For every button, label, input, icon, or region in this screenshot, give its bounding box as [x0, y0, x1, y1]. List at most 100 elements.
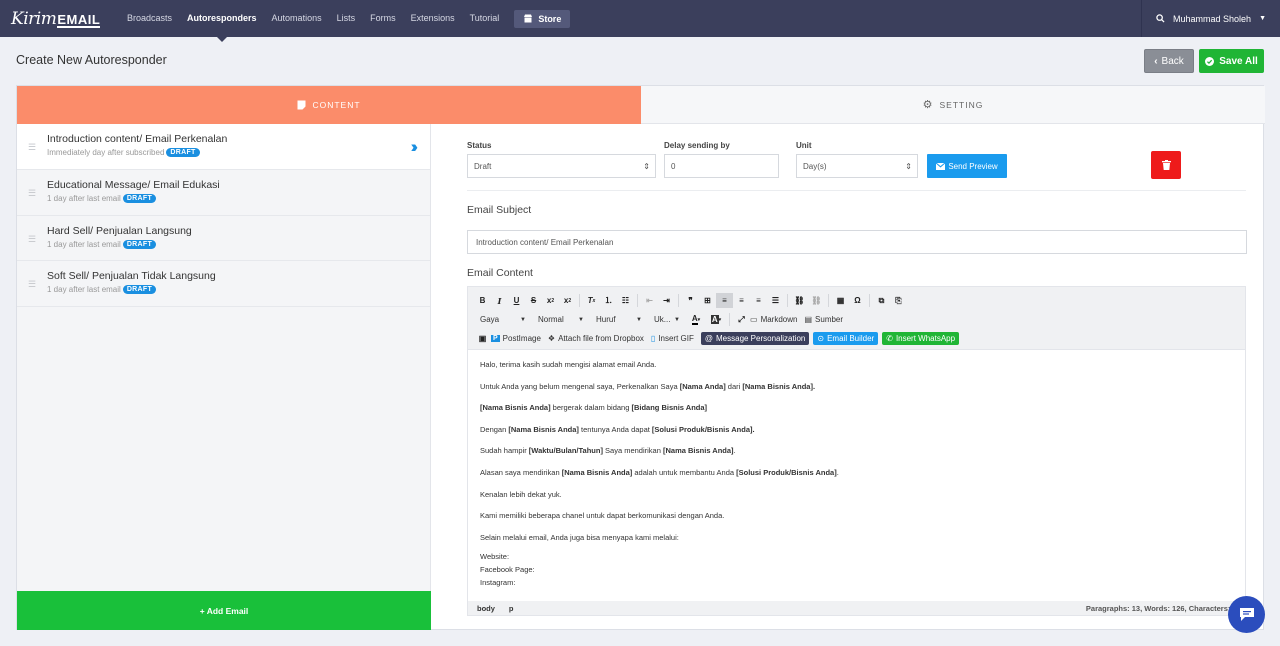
- dropbox-button[interactable]: ❖ Attach file from Dropbox: [548, 334, 644, 343]
- save-all-button[interactable]: Save All: [1199, 49, 1264, 73]
- draft-badge: DRAFT: [122, 194, 157, 203]
- drag-handle-icon[interactable]: ☰: [28, 279, 36, 290]
- tab-content[interactable]: CONTENT: [17, 86, 641, 124]
- gif-file-icon: ▯: [650, 334, 656, 343]
- paragraph: Alasan saya mendirikan [Nama Bisnis Anda…: [480, 467, 839, 477]
- image-icon[interactable]: ▣: [474, 331, 491, 346]
- status-value: Draft: [474, 161, 492, 171]
- nav-autoresponders[interactable]: Autoresponders: [187, 0, 257, 42]
- postimage-button[interactable]: P PostImage: [491, 334, 541, 343]
- email-item[interactable]: ☰ Hard Sell/ Penjualan Langsung 1 day af…: [17, 216, 430, 261]
- email-schedule: Immediately day after subscribed: [47, 148, 165, 157]
- unlink-icon[interactable]: ⛓: [808, 293, 825, 308]
- link-icon[interactable]: ⛓: [791, 293, 808, 308]
- font-combo-label: Huruf: [596, 315, 616, 324]
- bullet-list-icon[interactable]: ☷: [617, 293, 634, 308]
- send-preview-button[interactable]: Send Preview: [927, 154, 1007, 178]
- user-menu[interactable]: Muhammad Sholeh ▼: [1141, 0, 1280, 37]
- size-dropdown[interactable]: Uk... ▼: [648, 315, 686, 324]
- tab-setting-label: SETTING: [939, 99, 984, 110]
- editor-content[interactable]: Halo, terima kasih sudah mengisi alamat …: [468, 350, 1245, 601]
- bold-icon[interactable]: B: [474, 293, 491, 308]
- personalization-button[interactable]: @ Message Personalization: [700, 332, 810, 345]
- personalization-label: Message Personalization: [716, 334, 806, 343]
- markdown-button[interactable]: ▭ Markdown: [750, 315, 797, 324]
- insert-gif-button[interactable]: ▯ Insert GIF: [651, 334, 694, 343]
- nav-broadcasts[interactable]: Broadcasts: [127, 0, 172, 37]
- align-justify-icon[interactable]: ☰: [767, 293, 784, 308]
- draft-badge: DRAFT: [122, 239, 157, 249]
- source-label: Sumber: [815, 315, 844, 324]
- email-builder-button[interactable]: ⊙ Email Builder: [813, 332, 879, 345]
- email-item[interactable]: ☰ Introduction content/ Email Perkenalan…: [17, 124, 430, 170]
- path-p[interactable]: p: [509, 604, 514, 613]
- store-button[interactable]: Store: [514, 9, 571, 28]
- blockquote-icon[interactable]: ❞: [682, 293, 699, 308]
- nav-automations[interactable]: Automations: [272, 0, 322, 37]
- search-icon[interactable]: [1156, 14, 1165, 23]
- paste-icon[interactable]: ⎘: [890, 293, 907, 308]
- align-left-icon[interactable]: ≡: [716, 293, 733, 308]
- special-char-icon[interactable]: Ω: [849, 293, 866, 308]
- format-dropdown[interactable]: Normal ▼: [532, 315, 590, 324]
- delete-email-button[interactable]: [1151, 151, 1181, 179]
- path-body[interactable]: body: [477, 604, 495, 613]
- status-select[interactable]: Draft: [467, 154, 656, 178]
- maximize-icon[interactable]: ⤢: [733, 312, 750, 327]
- email-item[interactable]: ☰ Soft Sell/ Penjualan Tidak Langsung 1 …: [17, 261, 430, 307]
- italic-icon[interactable]: I: [491, 293, 508, 308]
- div-container-icon[interactable]: ⊞: [699, 293, 716, 308]
- subscript-icon[interactable]: x2: [542, 293, 559, 308]
- delay-input[interactable]: 0: [664, 154, 779, 178]
- kirimemail-logo[interactable]: Kirim EMAIL: [11, 5, 101, 33]
- subject-input[interactable]: Introduction content/ Email Perkenalan: [467, 230, 1247, 254]
- remove-format-icon[interactable]: Tx: [583, 293, 600, 308]
- live-chat-button[interactable]: [1228, 596, 1265, 633]
- text-color-icon[interactable]: A ▾: [686, 312, 706, 327]
- insert-whatsapp-button[interactable]: ✆ Insert WhatsApp: [882, 332, 960, 345]
- table-icon[interactable]: ▦: [832, 293, 849, 308]
- nav-extensions[interactable]: Extensions: [411, 0, 455, 37]
- caret-down-icon: ▼: [578, 316, 584, 323]
- postimage-label: PostImage: [502, 334, 541, 343]
- rich-text-editor[interactable]: B I U S x2 x2 Tx ⒈ ☷ ⇤ ⇥ ❞ ⊞ ≡ ≡ ≡ ☰ ⛓ ⛓…: [467, 286, 1246, 616]
- email-title: Soft Sell/ Penjualan Tidak Langsung: [47, 270, 216, 282]
- source-button[interactable]: ▤ Sumber: [804, 315, 843, 324]
- tab-bar: CONTENT ⚙ SETTING: [17, 86, 1265, 124]
- copy-icon[interactable]: ⧉: [873, 293, 890, 308]
- align-right-icon[interactable]: ≡: [750, 293, 767, 308]
- numbered-list-icon[interactable]: ⒈: [600, 293, 617, 308]
- paragraph: Dengan [Nama Bisnis Anda] tentunya Anda …: [480, 424, 755, 434]
- email-item[interactable]: ☰ Educational Message/ Email Edukasi 1 d…: [17, 170, 430, 216]
- indent-icon[interactable]: ⇥: [658, 293, 675, 308]
- style-combo-label: Gaya: [480, 315, 500, 324]
- underline-icon[interactable]: U: [508, 293, 525, 308]
- back-button[interactable]: ‹ Back: [1144, 49, 1194, 73]
- nav-tutorial[interactable]: Tutorial: [470, 0, 500, 37]
- drag-handle-icon[interactable]: ☰: [28, 188, 36, 199]
- add-email-button[interactable]: + Add Email: [17, 591, 431, 630]
- drag-handle-icon[interactable]: ☰: [28, 234, 36, 245]
- paragraph: Sudah hampir [Waktu/Bulan/Tahun] Saya me…: [480, 446, 736, 456]
- tab-setting[interactable]: ⚙ SETTING: [641, 86, 1265, 124]
- email-schedule: 1 day after last email: [47, 239, 121, 249]
- top-navbar: Kirim EMAIL Broadcasts Autoresponders Au…: [0, 0, 1280, 42]
- background-color-icon[interactable]: A ▾: [706, 312, 726, 327]
- font-dropdown[interactable]: Huruf ▼: [590, 315, 648, 324]
- email-sequence-list: ☰ Introduction content/ Email Perkenalan…: [17, 124, 431, 630]
- superscript-icon[interactable]: x2: [559, 293, 576, 308]
- caret-down-icon: ▼: [674, 316, 680, 323]
- whatsapp-label: Insert WhatsApp: [895, 334, 956, 343]
- unit-select[interactable]: Day(s): [796, 154, 918, 178]
- nav-lists[interactable]: Lists: [337, 0, 356, 37]
- outdent-icon[interactable]: ⇤: [641, 293, 658, 308]
- nav-forms[interactable]: Forms: [370, 0, 396, 37]
- email-title: Hard Sell/ Penjualan Langsung: [47, 224, 192, 237]
- style-dropdown[interactable]: Gaya ▼: [474, 315, 532, 324]
- dropbox-label: Attach file from Dropbox: [558, 334, 644, 343]
- delay-label: Delay sending by: [664, 141, 730, 150]
- drag-handle-icon[interactable]: ☰: [28, 142, 36, 153]
- paragraph: Selain melalui email, Anda juga bisa men…: [480, 532, 679, 542]
- align-center-icon[interactable]: ≡: [733, 293, 750, 308]
- strikethrough-icon[interactable]: S: [525, 293, 542, 308]
